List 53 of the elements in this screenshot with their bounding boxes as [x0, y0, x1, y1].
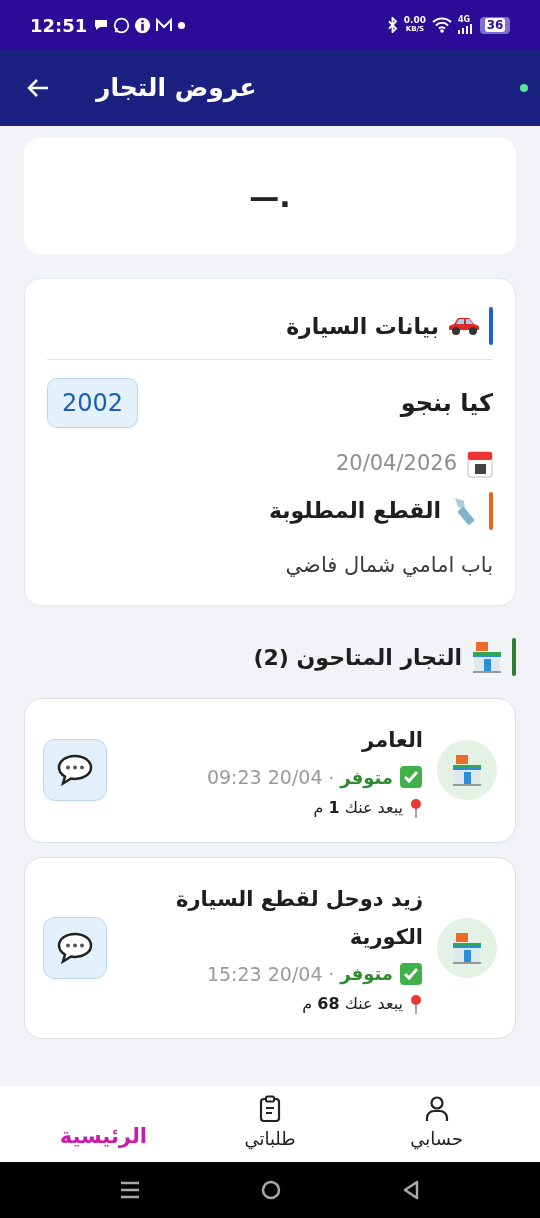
- check-icon: [399, 961, 423, 986]
- battery-level: 36: [484, 18, 506, 32]
- section-title: التجار المتاحون (2): [253, 643, 462, 673]
- store-icon: [470, 640, 504, 674]
- parts-description: باب امامي شمال فاضي: [284, 551, 493, 579]
- clipboard-icon: [257, 1095, 283, 1123]
- banner-text: —.: [249, 177, 291, 216]
- nav-tab[interactable]: طلباتي: [186, 1086, 354, 1162]
- separator-dot: ·: [328, 765, 335, 790]
- wifi-icon: [432, 17, 452, 33]
- chat-button[interactable]: [43, 739, 107, 802]
- menu-icon: [120, 1181, 141, 1199]
- availability-status: متوفر: [340, 765, 393, 791]
- net-speed: 0.00: [403, 16, 426, 25]
- notification-dot-icon: [178, 21, 186, 29]
- separator-dot: ·: [328, 962, 335, 987]
- home-circle-icon: [261, 1180, 281, 1200]
- status-time: 12:51: [30, 13, 88, 38]
- availability-status: متوفر: [340, 962, 393, 987]
- pin-icon: [409, 994, 423, 1014]
- calendar-icon: [467, 449, 493, 478]
- section-title: بيانات السيارة: [286, 312, 439, 341]
- screen-title: عروض التجار: [96, 72, 257, 105]
- accent-bar: [489, 491, 493, 530]
- back-arrow-icon: [26, 78, 50, 98]
- merchant-name: العامر: [360, 727, 423, 754]
- bluetooth-icon: [386, 17, 398, 33]
- request-date: 20/04/2026: [335, 450, 457, 477]
- section-title: القطع المطلوبة: [268, 497, 441, 526]
- network-type: 4G: [458, 16, 471, 24]
- chat-button[interactable]: [43, 916, 107, 979]
- signal-icon: [458, 24, 472, 34]
- mail-icon: [155, 18, 174, 32]
- offer-time: 09:23 20/04: [206, 765, 323, 790]
- car-icon: [447, 315, 481, 337]
- accent-bar: [489, 307, 493, 345]
- chat-icon: [93, 18, 110, 32]
- person-icon: [423, 1095, 450, 1123]
- back-triangle-icon: [401, 1180, 420, 1200]
- info-icon: [134, 16, 152, 34]
- check-icon: [399, 765, 423, 790]
- speech-bubble-icon: [56, 930, 94, 965]
- offer-time: 15:23 20/04: [206, 961, 323, 987]
- nav-tab[interactable]: الرئيسية: [20, 1086, 187, 1162]
- accent-bar: [512, 638, 516, 676]
- nav-tab[interactable]: حسابي: [353, 1086, 520, 1162]
- merchant-name: زيد دوحل لقطع السيارة الكورية: [175, 885, 423, 951]
- car-model: كيا بنجو: [400, 388, 493, 419]
- speech-bubble-icon: [56, 753, 94, 788]
- store-icon: [450, 753, 484, 788]
- pin-icon: [409, 797, 423, 818]
- year-badge: 2002: [47, 378, 139, 428]
- store-icon: [450, 930, 484, 965]
